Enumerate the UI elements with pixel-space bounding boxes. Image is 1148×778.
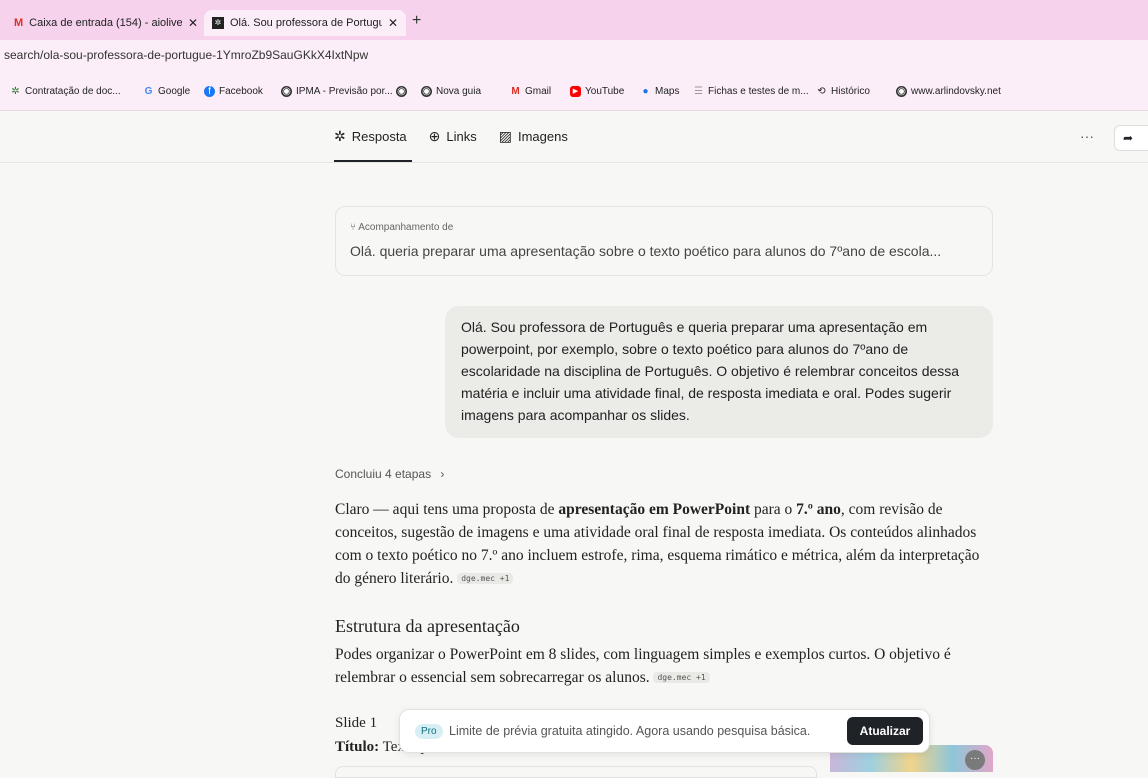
bookmark-ipma[interactable]: ◉ IPMA - Previsão por... (281, 86, 393, 97)
globe-icon: ⊕ (428, 128, 441, 144)
close-tab-icon[interactable]: ✕ (388, 16, 398, 30)
globe-icon: ◉ (896, 86, 907, 97)
document-icon: ☰ (694, 86, 703, 97)
citation-badge[interactable]: dge.mec +1 (457, 573, 514, 584)
pro-badge: Pro (415, 724, 443, 739)
map-pin-icon: ● (642, 86, 649, 97)
chevron-right-icon: › (440, 467, 445, 481)
steps-toggle[interactable]: Concluiu 4 etapas › (335, 467, 444, 481)
facebook-icon: f (204, 86, 215, 97)
answer-tabs: ✲ Resposta ⊕ Links ▨ Imagens (334, 128, 568, 145)
user-message: Olá. Sou professora de Português e queri… (445, 306, 993, 438)
share-button[interactable]: ➦ (1114, 125, 1148, 151)
bookmark-historico[interactable]: ⟲ Histórico (816, 86, 870, 97)
gmail-icon: M (511, 86, 520, 97)
gmail-icon: M (14, 17, 24, 29)
bookmark-maps[interactable]: ● Maps (640, 86, 679, 97)
slide-heading: Slide 1 (335, 715, 378, 731)
follow-up-card[interactable]: ⑂ Acompanhamento de Olá. queria preparar… (335, 206, 993, 276)
follow-up-label: ⑂ Acompanhamento de (350, 222, 454, 233)
tab-label: Caixa de entrada (154) - aiolive (29, 17, 182, 29)
image-more-button[interactable]: ··· (965, 750, 985, 770)
youtube-icon: ▶ (570, 86, 581, 97)
leaf-icon: ✲ (11, 86, 20, 97)
answer-paragraph: Claro — aqui tens uma proposta de aprese… (335, 501, 980, 587)
toast-message: Limite de prévia gratuita atingido. Agor… (449, 724, 811, 738)
citation-badge[interactable]: dge.mec +1 (653, 672, 710, 683)
bookmark-nova-guia[interactable]: ◉ Nova guia (421, 86, 481, 97)
browser-tab-gmail[interactable]: M Caixa de entrada (154) - aiolive ✕ (6, 10, 206, 36)
globe-icon: ◉ (421, 86, 432, 97)
google-icon: G (144, 86, 153, 97)
bookmark-facebook[interactable]: f Facebook (204, 86, 263, 97)
bookmark-fichas[interactable]: ☰ Fichas e testes de m... (693, 86, 809, 97)
tab-imagens[interactable]: ▨ Imagens (499, 128, 568, 145)
url-field[interactable]: search/ola-sou-professora-de-portugue-1Y… (4, 48, 368, 62)
upgrade-toast: Pro Limite de prévia gratuita atingido. … (399, 709, 930, 753)
image-icon: ▨ (498, 128, 512, 144)
new-tab-button[interactable]: + (412, 12, 421, 30)
upgrade-button[interactable]: Atualizar (847, 717, 923, 745)
answer-paragraph: Podes organizar o PowerPoint em 8 slides… (335, 646, 951, 686)
globe-icon: ◉ (396, 86, 407, 97)
tab-label: Olá. Sou professora de Portugu (230, 17, 382, 29)
tab-resposta[interactable]: ✲ Resposta (334, 128, 407, 145)
bookmark-google[interactable]: G Google (143, 86, 191, 97)
bookmark-gmail[interactable]: M Gmail (510, 86, 551, 97)
next-card (335, 766, 817, 778)
bookmark-youtube[interactable]: ▶ YouTube (570, 86, 624, 97)
bookmark-arlindovsky[interactable]: ◉ www.arlindovsky.net (896, 86, 1001, 97)
tab-links[interactable]: ⊕ Links (429, 128, 477, 145)
perplexity-icon: ✲ (212, 17, 224, 29)
more-options-button[interactable]: ··· (1080, 128, 1094, 144)
section-heading: Estrutura da apresentação (335, 616, 520, 636)
follow-up-text: Olá. queria preparar uma apresentação so… (350, 243, 942, 259)
perplexity-icon: ✲ (334, 128, 346, 144)
branch-icon: ⑂ (350, 222, 359, 233)
browser-tab-active[interactable]: ✲ Olá. Sou professora de Portugu ✕ (204, 10, 406, 36)
history-icon: ⟲ (817, 86, 826, 97)
globe-icon: ◉ (281, 86, 292, 97)
close-tab-icon[interactable]: ✕ (188, 16, 198, 30)
bookmark-contratacao[interactable]: ✲ Contratação de doc... (10, 86, 120, 97)
share-icon: ➦ (1123, 131, 1134, 145)
divider (0, 162, 1148, 163)
bookmark-unnamed[interactable]: ◉ (396, 86, 411, 97)
